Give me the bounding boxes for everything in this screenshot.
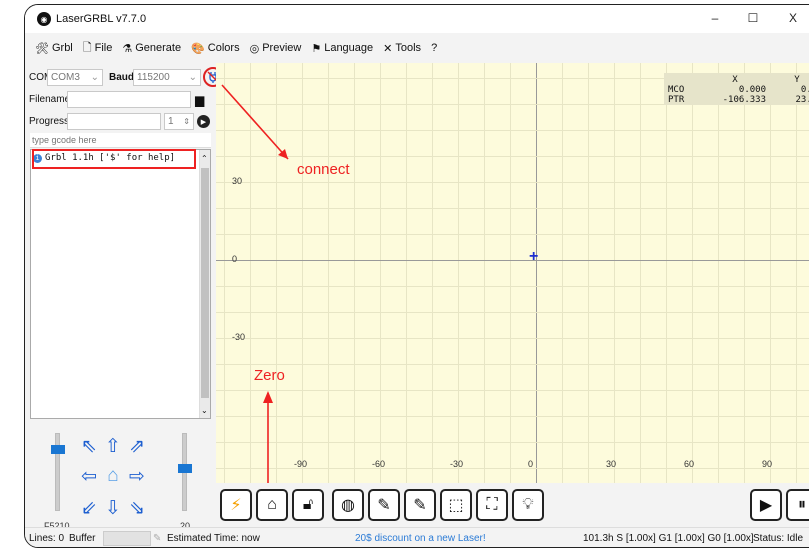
- window-title: LaserGRBL v7.7.0: [56, 13, 147, 25]
- jog-down-right-icon[interactable]: ⇘: [126, 497, 148, 520]
- console-log[interactable]: i Grbl 1.1h ['$' for help] ⌃ ⌄: [30, 149, 211, 419]
- machine-status: Status: Idle: [753, 533, 804, 544]
- left-panel: COM COM3 ⌄ Baud 115200 ⌄ Filename ▆ Progre…: [25, 63, 223, 533]
- jog-down-icon[interactable]: ⇩: [102, 497, 124, 520]
- minimize-button[interactable]: –: [705, 11, 725, 25]
- wrench-icon: 🛠: [35, 42, 49, 55]
- preview-canvas[interactable]: -90-60-300306090300-30 XY MCO0.0000.000 …: [216, 63, 809, 483]
- gcode-input[interactable]: [30, 133, 211, 148]
- unlock-button[interactable]: 🔓︎: [292, 489, 324, 521]
- annotation-arrows: [221, 84, 289, 483]
- file-icon: 🗋: [82, 41, 92, 54]
- step-slider-thumb[interactable]: [178, 464, 192, 474]
- chevron-up-icon: ⌃: [201, 154, 208, 163]
- jog-up-right-icon[interactable]: ⇗: [126, 435, 148, 458]
- filename-label: Filename: [29, 94, 71, 105]
- scrollbar-thumb[interactable]: [201, 168, 209, 398]
- lines-count: Lines: 0: [29, 533, 65, 544]
- menu-colors[interactable]: 🎨 Colors: [191, 42, 240, 55]
- bulb-icon: 💡︎: [522, 496, 534, 513]
- com-select[interactable]: COM3 ⌄: [47, 68, 103, 86]
- user-button-2[interactable]: ✎: [404, 489, 436, 521]
- menu-help[interactable]: ?: [431, 42, 437, 54]
- chevron-down-icon: ⌄: [90, 71, 99, 83]
- close-button[interactable]: X: [783, 11, 803, 25]
- menu-grbl[interactable]: 🛠 Grbl: [35, 42, 73, 55]
- menu-preview[interactable]: ◎ Preview: [250, 42, 302, 55]
- jog-left-icon[interactable]: ⇦: [78, 465, 100, 488]
- bottom-toolbar: ⚡ ⌂ 🔓︎ ◍ ✎ ✎ ⬚ ⛶ 💡︎ ▶ ⏸︎: [216, 483, 809, 527]
- preview-icon: ◎: [249, 42, 260, 55]
- palette-icon: 🎨: [191, 42, 205, 55]
- maximize-button[interactable]: ☐: [743, 11, 763, 25]
- frame-icon: ⬚: [448, 497, 464, 514]
- tools-icon: ✕: [383, 42, 393, 55]
- pause-button[interactable]: ⏸︎: [786, 489, 809, 521]
- console-highlight: [32, 149, 196, 169]
- menu-generate[interactable]: ⚗ Generate: [122, 42, 181, 55]
- zero-annotation: Zero: [254, 367, 285, 384]
- globe-icon: ◍: [341, 497, 355, 514]
- lock-icon: 🔓︎: [302, 496, 314, 513]
- home-button[interactable]: ⌂: [256, 489, 288, 521]
- focus-icon: ⛶: [486, 496, 498, 513]
- chevron-down-icon: ⌄: [201, 406, 208, 415]
- world-button[interactable]: ◍: [332, 489, 364, 521]
- menu-bar: 🛠 Grbl 🗋 File ⚗ Generate 🎨 Colors ◎ Preview ⚑…: [25, 33, 809, 63]
- title-bar: ◉ LaserGRBL v7.7.0 – ☐ X: [25, 5, 809, 33]
- buffer-label: Buffer: [69, 533, 96, 544]
- estimated-time: Estimated Time: now: [167, 533, 260, 544]
- connection-row: COM COM3 ⌄ Baud 115200 ⌄: [29, 67, 223, 87]
- pen-icon: ✎: [377, 497, 391, 514]
- chevron-down-icon: ⌄: [188, 71, 197, 83]
- baud-label: Baud: [109, 71, 134, 83]
- speed-slider-thumb[interactable]: [51, 444, 65, 454]
- connect-annotation: connect: [297, 161, 350, 178]
- user-button-1[interactable]: ✎: [368, 489, 400, 521]
- zero-position-button[interactable]: ⚡: [220, 489, 252, 521]
- home-icon: ⌂: [267, 496, 277, 513]
- buffer-bar: [103, 531, 151, 546]
- jog-down-left-icon[interactable]: ⇙: [78, 497, 100, 520]
- console-scrollbar[interactable]: ⌃ ⌄: [199, 150, 210, 418]
- pause-icon: ⏸︎: [797, 496, 806, 513]
- frame-button[interactable]: ⬚: [440, 489, 472, 521]
- com-label: COM: [29, 71, 53, 83]
- laser-logo-icon: ◉: [37, 12, 51, 26]
- flask-icon: ⚗: [122, 42, 133, 55]
- menu-language[interactable]: ⚑ Language: [311, 42, 373, 55]
- status-bar: Lines: 0 Buffer ✎ Estimated Time: now 20…: [25, 527, 809, 547]
- laser-test-button[interactable]: 💡︎: [512, 489, 544, 521]
- jog-home-icon[interactable]: ⌂: [102, 465, 124, 487]
- menu-file[interactable]: 🗋 File: [83, 39, 113, 58]
- filename-field[interactable]: [67, 91, 191, 108]
- pen-icon: ✎: [153, 533, 162, 544]
- menu-tools[interactable]: ✕ Tools: [383, 42, 421, 55]
- jog-up-left-icon[interactable]: ⇖: [78, 435, 100, 458]
- app-window: ◉ LaserGRBL v7.7.0 – ☐ X 🛠 Grbl 🗋 File ⚗ Ge…: [24, 4, 809, 548]
- override-stats: 101.3h S [1.00x] G1 [1.00x] G0 [1.00x]: [583, 533, 754, 544]
- center-button[interactable]: ⛶: [476, 489, 508, 521]
- jog-right-icon[interactable]: ⇨: [126, 465, 148, 488]
- jog-up-icon[interactable]: ⇧: [102, 435, 124, 458]
- gcode-input-wrapper: [30, 113, 211, 130]
- run-job-button[interactable]: ▶: [750, 489, 782, 521]
- filename-row: Filename ▆: [29, 91, 204, 108]
- lightning-icon: ⚡: [230, 497, 242, 514]
- jog-panel: F5210 ⇖ ⇧ ⇗ ⇦ ⌂ ⇨ ⇙ ⇩ ⇘ 20: [30, 425, 211, 537]
- baud-select[interactable]: 115200 ⌄: [133, 68, 201, 86]
- folder-icon[interactable]: ▆: [195, 93, 204, 107]
- play-icon: ▶: [759, 497, 773, 514]
- flag-icon: ⚑: [311, 42, 322, 55]
- promo-link[interactable]: 20$ discount on a new Laser!: [355, 533, 486, 544]
- pen-icon: ✎: [413, 497, 427, 514]
